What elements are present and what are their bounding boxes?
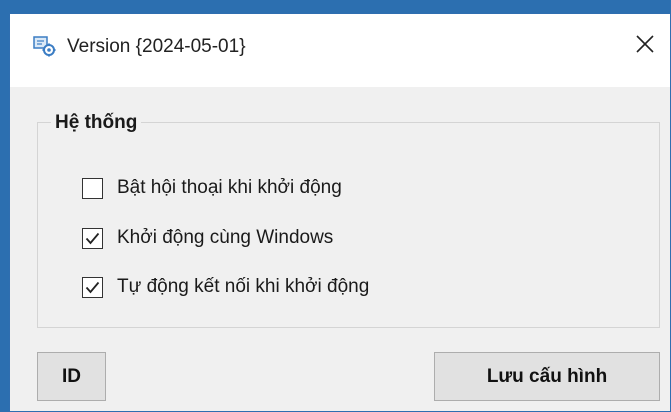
option-label: Bật hội thoại khi khởi động xyxy=(117,177,342,198)
option-label: Tự động kết nối khi khởi động xyxy=(117,276,370,297)
system-groupbox: Hệ thống Bật hội thoại khi khởi động Khở… xyxy=(37,111,660,328)
save-config-button[interactable]: Lưu cấu hình xyxy=(434,352,660,401)
close-icon xyxy=(635,34,655,59)
settings-dialog: Version {2024-05-01} Hệ thống Bật hội th… xyxy=(9,13,671,412)
group-title: Hệ thống xyxy=(51,111,142,135)
option-auto-connect-on-startup[interactable]: Tự động kết nối khi khởi động xyxy=(82,274,369,300)
checkmark-icon xyxy=(85,232,100,244)
checkbox-auto-connect[interactable] xyxy=(82,276,103,298)
option-label: Khởi động cùng Windows xyxy=(117,227,334,248)
option-show-dialog-on-startup[interactable]: Bật hội thoại khi khởi động xyxy=(82,175,342,201)
option-start-with-windows[interactable]: Khởi động cùng Windows xyxy=(82,225,333,251)
checkbox-show-dialog[interactable] xyxy=(82,177,103,199)
settings-app-icon xyxy=(33,34,57,58)
title-bar: Version {2024-05-01} xyxy=(10,14,670,87)
window-title: Version {2024-05-01} xyxy=(67,36,246,57)
id-button[interactable]: ID xyxy=(37,352,106,401)
close-button[interactable] xyxy=(626,28,664,64)
checkbox-start-with-windows[interactable] xyxy=(82,227,103,249)
checkmark-icon xyxy=(85,281,100,293)
